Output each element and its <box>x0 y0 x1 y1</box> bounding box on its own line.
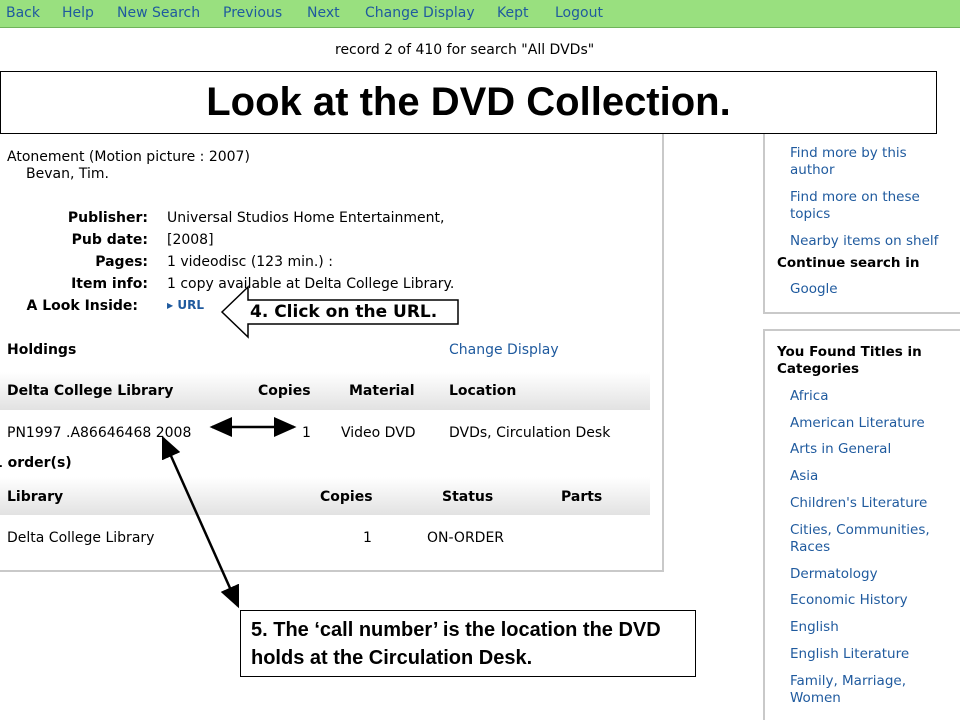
orders-col-library: Library <box>7 489 64 505</box>
nav-logout[interactable]: Logout <box>555 5 603 21</box>
record-author: Bevan, Tim. <box>26 166 109 182</box>
holdings-location-value: DVDs, Circulation Desk <box>449 425 611 441</box>
orders-col-parts: Parts <box>561 489 603 505</box>
pages-label: Pages: <box>95 254 148 270</box>
orders-heading: 1 order(s) <box>0 455 72 471</box>
publisher-label: Publisher: <box>67 210 148 226</box>
pub-date-value: [2008] <box>167 232 214 248</box>
category-item[interactable]: English <box>790 619 839 636</box>
url-link[interactable]: ▶ URL <box>167 298 204 312</box>
step5-callout-box: 5. The ‘call number’ is the location the… <box>240 610 696 677</box>
category-item[interactable]: American Literature <box>790 415 925 432</box>
nav-previous[interactable]: Previous <box>223 5 282 21</box>
pages-value: 1 videodisc (123 min.) : <box>167 254 333 270</box>
category-item[interactable]: Dermatology <box>790 566 878 583</box>
categories-heading: You Found Titles in Categories <box>777 344 922 377</box>
category-item[interactable]: Children's Literature <box>790 495 927 512</box>
holdings-col-library: Delta College Library <box>7 383 174 399</box>
holdings-copies-value: 1 <box>302 425 311 441</box>
top-nav-bar: Back Help New Search Previous Next Chang… <box>0 0 960 28</box>
category-item[interactable]: Cities, Communities, Races <box>790 522 948 556</box>
look-inside-label: A Look Inside: <box>26 298 138 314</box>
nav-help[interactable]: Help <box>62 5 94 21</box>
nav-change-display[interactable]: Change Display <box>365 5 475 21</box>
holdings-call-number: PN1997 .A86646468 2008 <box>7 425 192 441</box>
orders-col-copies: Copies <box>320 489 373 505</box>
record-title: Atonement (Motion picture : 2007) <box>7 149 250 165</box>
instruction-banner: Look at the DVD Collection. <box>0 71 937 134</box>
category-item[interactable]: Africa <box>790 388 829 405</box>
play-arrow-icon: ▶ <box>167 301 174 310</box>
category-item[interactable]: Economic History <box>790 592 908 609</box>
nav-next[interactable]: Next <box>307 5 340 21</box>
orders-copies-value: 1 <box>363 530 372 546</box>
holdings-heading: Holdings <box>7 342 77 358</box>
holdings-col-location: Location <box>449 383 517 399</box>
sidebar-continue-heading: Continue search in <box>777 255 920 271</box>
sidebar-find-topics[interactable]: Find more on these topics <box>790 189 935 223</box>
publisher-value: Universal Studios Home Entertainment, <box>167 210 445 226</box>
holdings-col-material: Material <box>349 383 415 399</box>
holdings-material-value: Video DVD <box>341 425 416 441</box>
nav-back[interactable]: Back <box>6 5 40 21</box>
sidebar-google-link[interactable]: Google <box>790 281 838 298</box>
orders-library-value: Delta College Library <box>7 530 155 546</box>
item-info-label: Item info: <box>71 276 148 292</box>
step4-callout-text: 4. Click on the URL. <box>250 302 438 322</box>
holdings-col-copies: Copies <box>258 383 311 399</box>
category-item[interactable]: Arts in General <box>790 441 891 458</box>
category-item[interactable]: English Literature <box>790 646 909 663</box>
item-info-value: 1 copy available at Delta College Librar… <box>167 276 455 292</box>
nav-new-search[interactable]: New Search <box>117 5 200 21</box>
nav-kept[interactable]: Kept <box>497 5 528 21</box>
category-item[interactable]: Family, Marriage, Women <box>790 673 930 707</box>
pub-date-label: Pub date: <box>71 232 148 248</box>
orders-status-value: ON-ORDER <box>427 530 505 546</box>
record-position-line: record 2 of 410 for search "All DVDs" <box>335 42 595 58</box>
category-item[interactable]: Asia <box>790 468 818 485</box>
holdings-change-display-link[interactable]: Change Display <box>449 342 559 358</box>
sidebar-nearby-items[interactable]: Nearby items on shelf <box>790 233 938 250</box>
orders-col-status: Status <box>442 489 494 505</box>
sidebar-find-author[interactable]: Find more by this author <box>790 145 930 179</box>
